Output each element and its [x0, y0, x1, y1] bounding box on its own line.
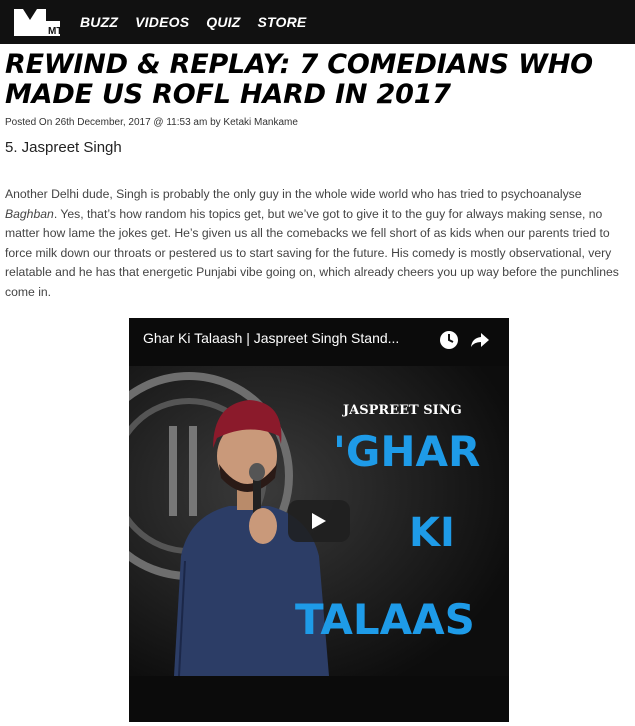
- video-title[interactable]: Ghar Ki Talaash | Jaspreet Singh Stand..…: [143, 330, 399, 346]
- video-embed[interactable]: JASPREET SING 'GHAR KI TALAAS Ghar Ki Ta…: [129, 318, 509, 722]
- nav-buzz[interactable]: BUZZ: [80, 14, 118, 30]
- article-title-line1: REWIND & REPLAY: 7 COMEDIANS WHO: [5, 49, 593, 80]
- logo-text: MTV: [48, 26, 62, 37]
- mtv-logo[interactable]: MTV: [12, 6, 62, 38]
- thumb-line1: 'GHAR: [333, 427, 480, 476]
- play-button[interactable]: [288, 500, 350, 542]
- play-icon: [312, 513, 326, 529]
- thumb-name: JASPREET SING: [342, 403, 462, 418]
- paragraph-italic-title: Baghban: [5, 206, 54, 221]
- clock-icon[interactable]: [439, 330, 459, 350]
- share-icon[interactable]: [469, 330, 491, 350]
- paragraph-text-start: Another Delhi dude, Singh is probably th…: [5, 187, 582, 201]
- article-paragraph: Another Delhi dude, Singh is probably th…: [5, 185, 630, 302]
- main-nav: BUZZ VIDEOS QUIZ STORE: [80, 0, 306, 44]
- thumb-line3: TALAAS: [295, 595, 475, 644]
- section-heading: 5. Jaspreet Singh: [5, 139, 122, 156]
- top-nav-bar: MTV BUZZ VIDEOS QUIZ STORE: [0, 0, 635, 44]
- nav-store[interactable]: STORE: [257, 14, 306, 30]
- nav-quiz[interactable]: QUIZ: [206, 14, 240, 30]
- nav-videos[interactable]: VIDEOS: [135, 14, 189, 30]
- article-title: REWIND & REPLAY: 7 COMEDIANS WHO MADE US…: [5, 50, 625, 110]
- article-meta: Posted On 26th December, 2017 @ 11:53 am…: [5, 117, 298, 128]
- article-title-line2: MADE US ROFL HARD IN 2017: [5, 79, 451, 110]
- paragraph-text-end: . Yes, that’s how random his topics get,…: [5, 206, 619, 299]
- thumb-line2: KI: [409, 510, 455, 556]
